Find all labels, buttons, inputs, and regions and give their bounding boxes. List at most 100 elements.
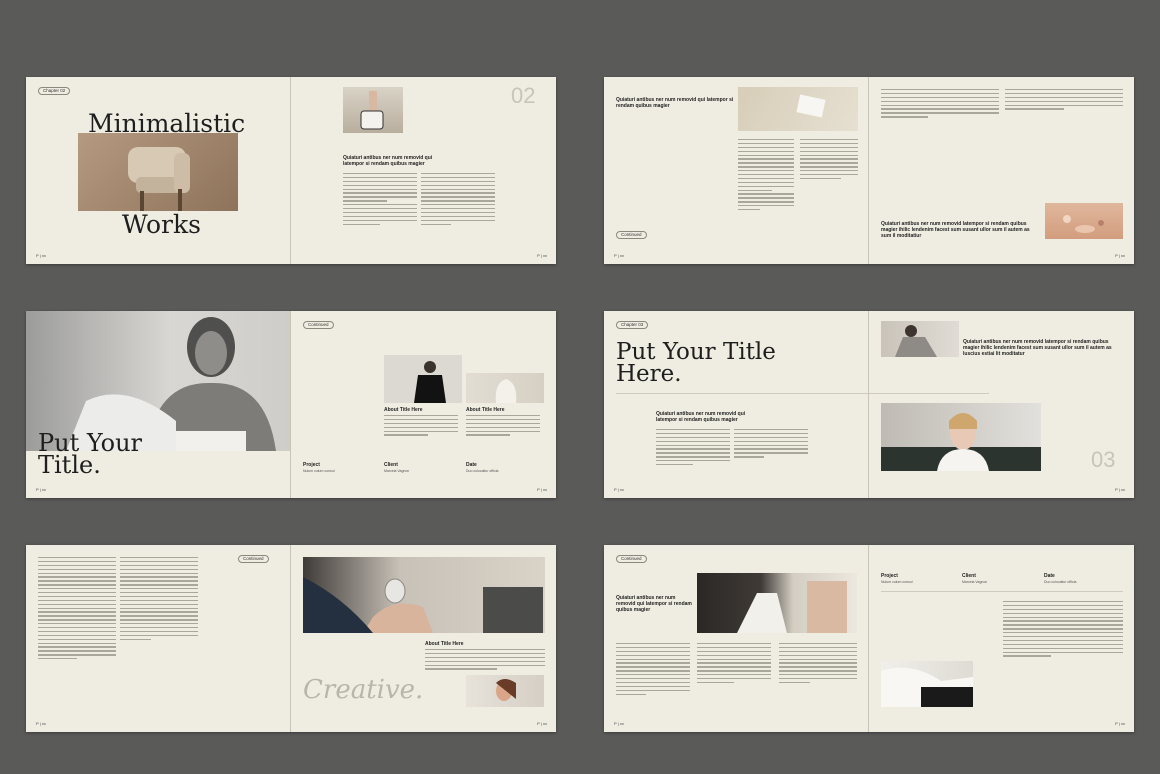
date-label: Date [1044,573,1055,579]
about-text-1 [384,415,458,438]
section-heading: Quiaturi antibus ner num removid qui lat… [656,411,746,423]
vase-illustration [495,379,517,403]
shirt-image [881,661,973,707]
body-text-column-2 [1005,89,1123,112]
continued-label: Continued [616,231,647,239]
body-text-column-2 [800,139,858,182]
date-value: Duo culocatiur officia [1044,580,1077,584]
spread-put-your-title: Put Your Title. P | xx Continued About T… [26,311,556,498]
woman-portrait-image [881,403,1041,471]
project-label: Project [881,573,898,579]
body-text-column-2 [120,557,198,643]
chapter-label: Chapter 02 [38,87,71,95]
page-folio: P | xx [1115,487,1125,492]
title-line-2: Here. [616,361,682,387]
hand-glass-image [303,557,545,633]
left-page: Quiaturi antibus ner num removid qui lat… [604,77,868,264]
spread-project-details: Continued Quiaturi antibus ner num remov… [604,545,1134,732]
right-page: Continued About Title Here About Title H… [291,311,555,498]
about-title-1: About Title Here [384,407,423,413]
body-text-column-1 [738,139,794,213]
project-value: Nulum culum consul [303,469,335,473]
body-text-column-1 [616,643,690,697]
body-text-column-2 [734,429,808,460]
left-page: Chapter 03 Put Your Title Here. Quiaturi… [604,311,868,498]
spread-minimalistic-works: Chapter 02 Minimalistic Works P | xx 02 … [26,77,556,264]
body-text-column-2 [421,173,495,227]
date-value: Duo culocatiur officia [466,469,499,473]
page-folio: P | xx [36,253,46,258]
chapter-label: Chapter 03 [616,321,649,329]
chair-illustration [128,147,190,211]
woman-black-dress-image [384,355,462,403]
title-line-2: Title. [38,451,101,479]
shirt-illustration [881,667,973,707]
card-illustration [796,94,826,118]
seated-woman-image [881,321,959,357]
section-heading: Quiaturi antibus ner num removid qui lat… [616,595,692,613]
seated-woman-illustration [895,325,937,357]
body-text-column-1 [881,89,999,120]
handbag-illustration [360,91,384,130]
page-folio: P | xx [537,487,547,492]
client-label: Client [962,573,976,579]
left-page: Continued P | xx [26,545,290,732]
vase-image [466,373,544,403]
page-folio: P | xx [614,721,624,726]
page-folio: P | xx [537,721,547,726]
section-heading: Quiaturi antibus ner num removid latempo… [881,221,1030,239]
section-heading: Quiaturi antibus ner num removid qui lat… [343,155,433,167]
right-page: Project Nulum culum consul Client Marcel… [869,545,1133,732]
body-text [1003,601,1123,659]
page-number-large: 03 [1091,447,1116,472]
woman-laughing-illustration [496,679,516,701]
hand-glass-illustration [303,577,543,633]
page-folio: P | xx [1115,253,1125,258]
right-page: About Title Here Creative. P | xx [291,545,555,732]
page-folio: P | xx [36,487,46,492]
section-heading: Quiaturi antibus ner num removid qui lat… [616,97,734,109]
continued-label: Continued [616,555,647,563]
paper-card-image [738,87,858,131]
page-number-large: 02 [511,83,536,108]
divider-line [869,393,989,394]
seated-fashion-illustration [737,581,847,633]
page-folio: P | xx [614,253,624,258]
client-label: Client [384,462,398,468]
body-text-column-1 [343,173,417,227]
woman-illustration [414,361,446,403]
spread-text-continued: Quiaturi antibus ner num removid qui lat… [604,77,1134,264]
title-line-1: Minimalistic [88,109,246,138]
about-title: About Title Here [425,641,464,647]
chair-image [78,133,238,211]
left-page: Put Your Title. P | xx [26,311,290,498]
date-label: Date [466,462,477,468]
body-text-column-3 [779,643,857,686]
continued-label: Continued [238,555,269,563]
orbs-illustration [1063,215,1104,233]
left-page: Chapter 02 Minimalistic Works P | xx [26,77,290,264]
body-text-column-1 [656,429,730,468]
project-label: Project [303,462,320,468]
orbs-image [1045,203,1123,239]
client-value: Marcela Vagnon [962,580,988,584]
about-text [425,649,545,672]
woman-laughing-image [466,675,544,707]
right-page: Quiaturi antibus ner num removid latempo… [869,311,1133,498]
project-value: Nulum culum consul [881,580,913,584]
section-heading: Quiaturi antibus ner num removid latempo… [963,339,1112,357]
right-page: 02 Quiaturi antibus ner num removid qui … [291,77,555,264]
title-line-2: Works [122,210,201,239]
right-page: Quiaturi antibus ner num removid latempo… [869,77,1133,264]
woman-portrait-illustration [881,413,1041,471]
spread-creative: Continued P | xx About Title Here Creati… [26,545,556,732]
body-text-column-2 [697,643,771,686]
creative-script: Creative. [303,675,424,705]
page-folio: P | xx [614,487,624,492]
divider-line [881,591,1123,592]
about-title-2: About Title Here [466,407,505,413]
body-text-column-1 [38,557,116,662]
client-value: Marcela Vagnon [384,469,410,473]
spread-chapter-03: Chapter 03 Put Your Title Here. Quiaturi… [604,311,1134,498]
handbag-image [343,87,403,133]
